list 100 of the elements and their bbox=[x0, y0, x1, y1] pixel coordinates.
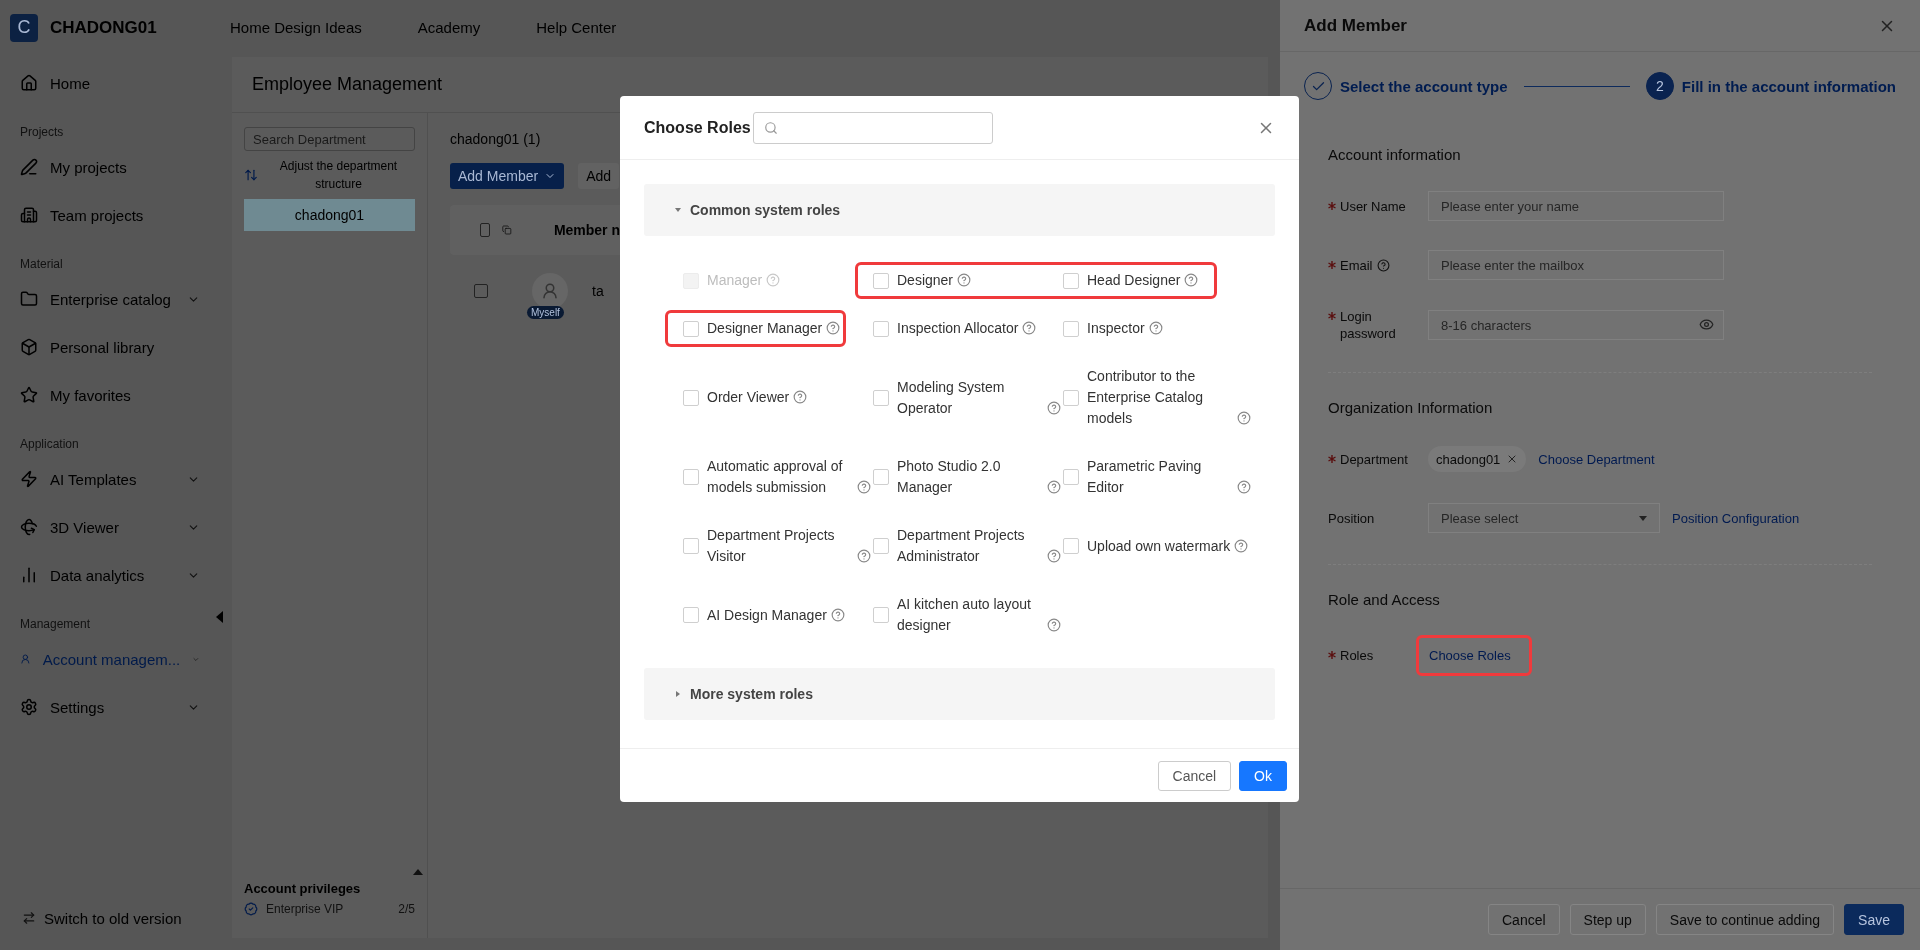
user-icon bbox=[541, 282, 559, 300]
footer-button[interactable]: Save to continue adding bbox=[1655, 904, 1835, 935]
field-label: Email bbox=[1340, 256, 1373, 274]
help-icon[interactable] bbox=[1234, 538, 1249, 553]
text-field[interactable]: Please enter your name bbox=[1428, 191, 1724, 221]
role-label: AI Design Manager bbox=[707, 605, 827, 625]
help-icon[interactable] bbox=[857, 480, 871, 494]
help-icon[interactable] bbox=[1376, 258, 1390, 272]
pen-icon bbox=[20, 158, 38, 176]
required-icon bbox=[1328, 201, 1336, 210]
nav-link[interactable]: Academy bbox=[417, 19, 481, 36]
sidebar-item[interactable]: My favorites bbox=[0, 371, 220, 419]
copy-icon[interactable] bbox=[502, 223, 512, 237]
required-icon bbox=[1328, 312, 1336, 320]
help-icon[interactable] bbox=[857, 549, 871, 563]
eye-icon[interactable] bbox=[1699, 317, 1714, 332]
link[interactable]: Choose Department bbox=[1538, 451, 1655, 467]
password-field[interactable]: 8-16 characters bbox=[1428, 310, 1724, 340]
group-header[interactable]: Common system roles bbox=[644, 184, 1275, 236]
cancel-button[interactable]: Cancel bbox=[1157, 760, 1232, 791]
help-icon[interactable] bbox=[1047, 480, 1061, 494]
caret-down-icon bbox=[674, 206, 682, 214]
sidebar-item[interactable]: Account managem... bbox=[0, 635, 220, 683]
role-label: Department Projects Administrator bbox=[897, 526, 1026, 566]
search-icon bbox=[763, 120, 778, 135]
role-label: Parametric Paving Editor bbox=[1087, 457, 1203, 497]
sidebar-item[interactable]: Team projects bbox=[0, 191, 220, 239]
ok-button[interactable]: Ok bbox=[1239, 760, 1287, 791]
step-number: 2 bbox=[1645, 72, 1674, 100]
text-field[interactable]: Please enter the mailbox bbox=[1428, 250, 1724, 280]
privileges-title: Account privileges bbox=[244, 881, 362, 896]
caret-up-icon[interactable] bbox=[413, 869, 423, 875]
role-label: Manager bbox=[707, 271, 763, 290]
role-label: Contributor to the Enterprise Catalog models bbox=[1087, 367, 1204, 428]
sidebar-item[interactable]: 3D Viewer bbox=[0, 503, 220, 551]
logo[interactable]: C bbox=[10, 13, 38, 42]
settings-icon bbox=[20, 698, 38, 716]
caret-right-icon bbox=[674, 690, 682, 698]
required-icon bbox=[1328, 260, 1336, 269]
sidebar-item[interactable]: My projects bbox=[0, 143, 220, 191]
help-icon[interactable] bbox=[1047, 549, 1061, 563]
switch-version-link[interactable]: Switch to old version bbox=[44, 909, 182, 927]
field-label: Position bbox=[1328, 509, 1375, 527]
plan-count: 2/5 bbox=[398, 902, 415, 916]
help-icon[interactable] bbox=[1184, 273, 1199, 287]
nav-link[interactable]: Home Design Ideas bbox=[230, 19, 362, 36]
section-title: Account information bbox=[1328, 146, 1462, 163]
sidebar-item[interactable]: Personal library bbox=[0, 323, 220, 371]
group-header[interactable]: More system roles bbox=[644, 668, 1275, 720]
bar-chart-icon bbox=[20, 566, 38, 584]
help-icon[interactable] bbox=[1022, 321, 1037, 335]
building-icon bbox=[20, 206, 38, 224]
role-label: Head Designer bbox=[1087, 271, 1181, 290]
add-member-button[interactable]: Add Member bbox=[450, 163, 565, 189]
star-icon bbox=[20, 386, 38, 404]
drawer-title: Add Member bbox=[1304, 15, 1407, 36]
link[interactable]: Choose Roles bbox=[1429, 648, 1511, 663]
department-item[interactable]: chadong01 bbox=[244, 199, 415, 231]
sidebar-item[interactable]: AI Templates bbox=[0, 455, 220, 503]
footer-button[interactable]: Step up bbox=[1569, 904, 1646, 935]
sidebar-item[interactable]: Data analytics bbox=[0, 551, 220, 599]
member-name: ta bbox=[592, 283, 604, 299]
footer-button[interactable]: Cancel bbox=[1488, 904, 1560, 935]
role-label: Upload own watermark bbox=[1087, 536, 1231, 556]
help-icon[interactable] bbox=[1148, 321, 1163, 335]
adjust-link[interactable]: Adjust the department structure bbox=[262, 157, 415, 193]
checkbox[interactable] bbox=[480, 223, 491, 237]
section-title: Role and Access bbox=[1328, 591, 1441, 608]
sidebar-item[interactable]: Settings bbox=[0, 683, 220, 731]
sidebar-section-label: Management bbox=[20, 617, 91, 631]
role-label: Automatic approval of models submission bbox=[707, 457, 844, 497]
link[interactable]: Position Configuration bbox=[1672, 510, 1800, 526]
help-icon[interactable] bbox=[793, 390, 808, 404]
page-title: Employee Management bbox=[252, 74, 443, 95]
help-icon[interactable] bbox=[1237, 411, 1251, 425]
checkbox[interactable] bbox=[474, 284, 488, 298]
help-icon[interactable] bbox=[957, 273, 972, 287]
select-field[interactable]: Please select bbox=[1428, 503, 1660, 533]
caret-down-icon bbox=[1639, 515, 1647, 521]
save-button[interactable]: Save bbox=[1844, 904, 1904, 935]
sidebar-item[interactable]: Home bbox=[0, 59, 220, 107]
nav-link[interactable]: Help Center bbox=[536, 19, 617, 36]
workspace-name: CHADONG01 bbox=[50, 17, 158, 38]
section-title: Organization Information bbox=[1328, 399, 1494, 416]
field-label: Department bbox=[1340, 450, 1408, 468]
help-icon[interactable] bbox=[1047, 618, 1061, 632]
help-icon[interactable] bbox=[826, 321, 841, 335]
help-icon[interactable] bbox=[830, 607, 845, 622]
role-label: Order Viewer bbox=[707, 388, 790, 407]
help-icon[interactable] bbox=[1047, 400, 1061, 415]
field-label: Login password bbox=[1340, 308, 1397, 342]
sort-icon bbox=[244, 168, 258, 182]
sidebar-section-label: Application bbox=[20, 437, 79, 451]
help-icon[interactable] bbox=[1237, 480, 1251, 494]
search-field[interactable]: Search Department bbox=[244, 127, 415, 151]
add-button[interactable]: Add bbox=[578, 163, 620, 189]
required-icon bbox=[1328, 454, 1336, 463]
swap-icon bbox=[22, 911, 36, 925]
sidebar-item[interactable]: Enterprise catalog bbox=[0, 275, 220, 323]
badge-icon bbox=[244, 902, 258, 916]
